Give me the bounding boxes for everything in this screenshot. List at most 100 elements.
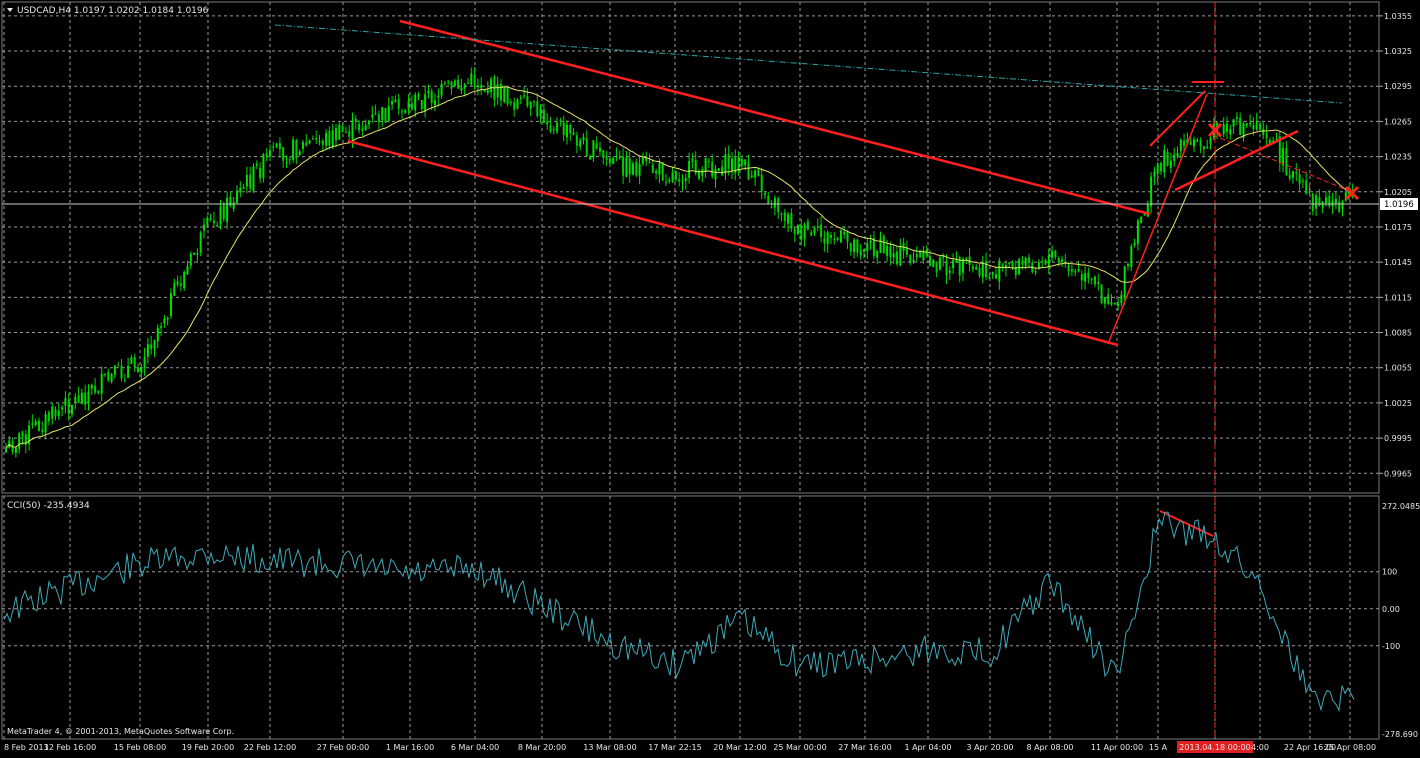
candle-body xyxy=(1090,278,1093,280)
time-tick-label: 4:00 xyxy=(1251,743,1269,752)
candle-body xyxy=(245,174,248,187)
candle-body xyxy=(212,220,215,224)
time-tick-label: 15 Feb 08:00 xyxy=(114,743,166,752)
candle-body xyxy=(635,161,638,176)
candle-body xyxy=(1021,260,1024,265)
candle-body xyxy=(440,83,443,96)
candle-body xyxy=(127,365,130,378)
candle-body xyxy=(872,238,875,257)
candle-body xyxy=(826,232,829,245)
candle-body xyxy=(552,128,555,130)
candle-body xyxy=(414,94,417,111)
candle-body xyxy=(506,87,509,105)
candle-body xyxy=(1127,264,1129,267)
candle-body xyxy=(173,283,176,296)
candle-body xyxy=(509,101,512,103)
candle-body xyxy=(434,100,436,105)
candle-body xyxy=(503,86,506,103)
time-tick-label: 17 Mar 22:15 xyxy=(648,743,701,752)
candle-body xyxy=(1239,117,1242,135)
candle-body xyxy=(1011,262,1014,268)
candle-body xyxy=(790,213,793,229)
time-tick-label: 13 Mar 08:00 xyxy=(583,743,636,752)
candle-body xyxy=(374,113,377,115)
current-price-label: 1.0196 xyxy=(1384,200,1414,210)
candle-body xyxy=(1087,272,1090,279)
candle-body xyxy=(1285,147,1288,175)
candle-body xyxy=(823,238,826,244)
candle-body xyxy=(1001,263,1004,268)
candle-body xyxy=(952,260,955,269)
candle-body xyxy=(1245,123,1248,126)
candle-body xyxy=(21,431,24,437)
cci-tick-label: -278.690 xyxy=(1382,730,1418,739)
candle-body xyxy=(1235,117,1238,119)
candle-body xyxy=(595,143,598,149)
candle-body xyxy=(391,101,394,105)
candle-body xyxy=(1160,163,1162,172)
candle-body xyxy=(599,147,601,152)
channel-lower-line[interactable] xyxy=(347,139,1119,347)
candle-body xyxy=(618,157,621,159)
candle-body xyxy=(585,138,588,157)
candle-body xyxy=(331,130,334,148)
candle-body xyxy=(833,238,836,241)
candle-body xyxy=(222,205,225,220)
candle-body xyxy=(143,356,146,368)
candle-body xyxy=(711,161,714,177)
candle-body xyxy=(1117,303,1120,307)
candle-body xyxy=(793,228,796,234)
candle-body xyxy=(232,202,235,209)
candle-body xyxy=(582,136,585,141)
chart-canvas[interactable]: 1.0355 1.0325 1.0295 1.0265 1.0235 1.0205 1.01… xyxy=(0,0,1420,758)
candle-body xyxy=(1265,133,1268,139)
cci-line xyxy=(3,511,1355,712)
candle-body xyxy=(691,158,694,162)
candle-body xyxy=(542,109,545,123)
candle-body xyxy=(572,132,575,135)
candle-body xyxy=(417,94,420,98)
candle-body xyxy=(978,268,981,276)
candle-body xyxy=(209,218,212,220)
candle-body xyxy=(170,293,172,316)
candle-body xyxy=(1047,254,1050,267)
candle-body xyxy=(638,164,641,176)
candle-body xyxy=(1169,160,1172,169)
time-tick-label: 25 Mar 00:00 xyxy=(773,743,826,752)
resistance-line[interactable] xyxy=(274,24,1343,104)
price-tick-label: 1.0055 xyxy=(1384,364,1412,373)
candle-body xyxy=(1130,246,1133,268)
candle-body xyxy=(394,99,397,102)
time-tick-label: 3 Apr 20:00 xyxy=(966,743,1013,752)
candle-body xyxy=(869,240,872,243)
candle-body xyxy=(259,167,262,179)
candle-body xyxy=(189,253,192,266)
candle-body xyxy=(196,253,199,255)
candle-body xyxy=(839,230,842,243)
candle-body xyxy=(1173,154,1176,162)
candle-body xyxy=(1209,137,1212,145)
candle-body xyxy=(117,365,120,367)
time-tick-label: 12 Feb 16:00 xyxy=(44,743,96,752)
grid-lines xyxy=(2,2,1379,739)
candle-body xyxy=(579,140,582,147)
candle-body xyxy=(783,212,786,222)
candle-body xyxy=(701,169,704,176)
candle-body xyxy=(929,256,931,266)
candle-body xyxy=(318,141,321,143)
candle-body xyxy=(292,139,295,161)
candle-body xyxy=(879,238,882,253)
candle-body xyxy=(905,248,908,255)
candle-body xyxy=(384,107,387,123)
panel-menu-triangle[interactable] xyxy=(7,8,13,12)
candle-body xyxy=(1163,149,1166,173)
candle-body xyxy=(1206,146,1209,148)
candle-body xyxy=(1232,119,1235,127)
candle-body xyxy=(1074,271,1077,273)
candle-body xyxy=(305,142,308,146)
candle-body xyxy=(1084,273,1087,282)
breakout-trendline[interactable] xyxy=(1107,93,1208,345)
neckline-dashed[interactable] xyxy=(1212,134,1353,193)
candle-body xyxy=(47,412,50,422)
candle-body xyxy=(641,157,644,164)
